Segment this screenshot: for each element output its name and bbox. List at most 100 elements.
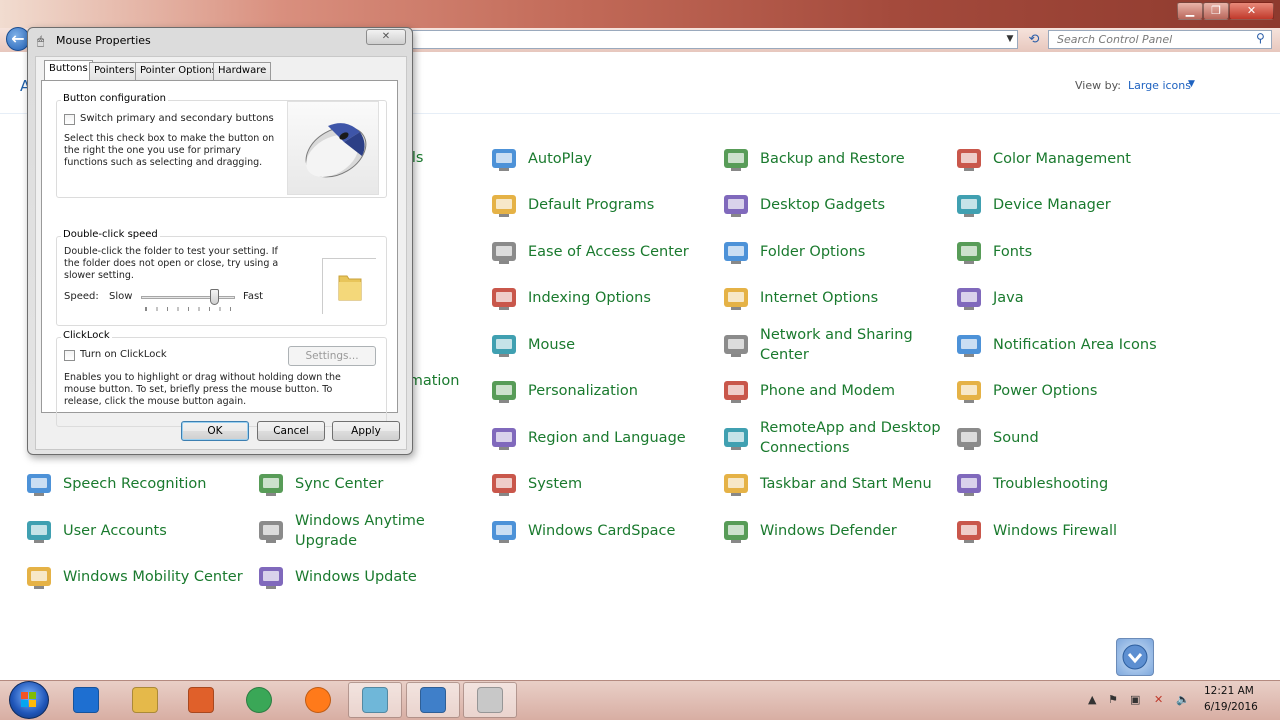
address-dropdown-icon[interactable]: ▼ <box>1003 31 1017 48</box>
cp-item-label[interactable]: System <box>528 464 718 504</box>
taskbar-button-3[interactable] <box>174 682 228 718</box>
cp-item-label[interactable]: Fonts <box>993 232 1183 272</box>
clock-date[interactable]: 6/19/2016 <box>1204 701 1258 713</box>
cp-item-label[interactable]: Mouse <box>528 325 718 365</box>
cp-item-label[interactable]: RemoteApp and Desktop Connections <box>760 418 950 458</box>
cp-item-default-programs[interactable]: Default Programs <box>488 185 720 225</box>
cp-item-cardspace[interactable]: Windows CardSpace <box>488 511 720 551</box>
cp-item-desktop-gadgets[interactable]: Desktop Gadgets <box>720 185 952 225</box>
clicklock-checkbox[interactable] <box>64 350 75 361</box>
cp-item-network[interactable]: Network and Sharing Center <box>720 325 952 365</box>
cp-item-speech[interactable]: Speech Recognition <box>23 464 255 504</box>
cp-item-folder-options[interactable]: Folder Options <box>720 232 952 272</box>
search-icon[interactable]: ⚲ <box>1256 31 1265 45</box>
cp-item-label[interactable]: Sync Center <box>295 464 485 504</box>
cp-item-label[interactable]: Troubleshooting <box>993 464 1183 504</box>
cp-item-label[interactable]: Internet Options <box>760 278 950 318</box>
cp-item-notification[interactable]: Notification Area Icons <box>953 325 1185 365</box>
scroll-down-button[interactable] <box>1116 638 1154 676</box>
test-folder[interactable] <box>322 258 376 314</box>
cp-item-troubleshooting[interactable]: Troubleshooting <box>953 464 1185 504</box>
cp-item-sync[interactable]: Sync Center <box>255 464 487 504</box>
apply-button[interactable]: Apply <box>332 421 400 441</box>
cp-item-label[interactable]: Default Programs <box>528 185 718 225</box>
cp-item-label[interactable]: Power Options <box>993 371 1183 411</box>
cp-item-label[interactable]: Desktop Gadgets <box>760 185 950 225</box>
speed-slider-track[interactable] <box>141 296 235 299</box>
cp-item-region[interactable]: Region and Language <box>488 418 720 458</box>
cp-item-ease-of-access[interactable]: Ease of Access Center <box>488 232 720 272</box>
cp-item-firewall[interactable]: Windows Firewall <box>953 511 1185 551</box>
tab-pointer-options[interactable]: Pointer Options <box>135 62 222 80</box>
taskbar-button-5[interactable] <box>291 682 345 718</box>
clock-time[interactable]: 12:21 AM <box>1204 685 1254 697</box>
minimize-button[interactable]: ▁ <box>1177 2 1203 20</box>
cp-item-label[interactable]: Windows CardSpace <box>528 511 718 551</box>
cp-item-label[interactable]: Windows Firewall <box>993 511 1183 551</box>
cp-item-label[interactable]: AutoPlay <box>528 139 718 179</box>
cp-item-label[interactable]: Windows Anytime Upgrade <box>295 511 485 551</box>
cp-item-label[interactable]: Java <box>993 278 1183 318</box>
maximize-button[interactable]: ❐ <box>1203 2 1229 20</box>
taskbar-button-7[interactable] <box>406 682 460 718</box>
ok-button[interactable]: OK <box>181 421 249 441</box>
cp-item-label[interactable]: Ease of Access Center <box>528 232 718 272</box>
cp-item-internet[interactable]: Internet Options <box>720 278 952 318</box>
cp-item-remoteapp[interactable]: RemoteApp and Desktop Connections <box>720 418 952 458</box>
cp-item-system[interactable]: System <box>488 464 720 504</box>
dialog-close-button[interactable]: ✕ <box>366 29 406 45</box>
show-hidden-icons[interactable]: ▲ <box>1088 693 1096 706</box>
cp-item-label[interactable]: Network and Sharing Center <box>760 325 950 365</box>
taskbar-button-4[interactable] <box>232 682 286 718</box>
cp-item-java[interactable]: Java <box>953 278 1185 318</box>
clicklock-settings-button[interactable]: Settings... <box>288 346 376 366</box>
cp-item-power[interactable]: Power Options <box>953 371 1185 411</box>
cp-item-mobility[interactable]: Windows Mobility Center <box>23 557 255 597</box>
cp-item-autoplay[interactable]: AutoPlay <box>488 139 720 179</box>
cp-item-mouse[interactable]: Mouse <box>488 325 720 365</box>
address-field[interactable] <box>412 30 1018 49</box>
device-icon[interactable]: ▣ <box>1130 693 1140 706</box>
cp-item-device-manager[interactable]: Device Manager <box>953 185 1185 225</box>
cp-item-personalization[interactable]: Personalization <box>488 371 720 411</box>
tab-buttons[interactable]: Buttons <box>44 60 93 81</box>
cp-item-label[interactable]: Windows Defender <box>760 511 950 551</box>
clicklock-label[interactable]: Turn on ClickLock <box>80 349 167 361</box>
cp-item-color[interactable]: Color Management <box>953 139 1185 179</box>
tab-pointers[interactable]: Pointers <box>89 62 140 80</box>
taskbar-button-1[interactable] <box>59 682 113 718</box>
view-by-dropdown[interactable]: Large icons <box>1128 79 1191 92</box>
cp-item-label[interactable]: Personalization <box>528 371 718 411</box>
cp-item-defender[interactable]: Windows Defender <box>720 511 952 551</box>
taskbar-button-2[interactable] <box>118 682 172 718</box>
start-button[interactable] <box>9 681 49 719</box>
cp-item-label[interactable]: Indexing Options <box>528 278 718 318</box>
tab-hardware[interactable]: Hardware <box>213 62 272 80</box>
checkbox-label[interactable]: Switch primary and secondary buttons <box>80 113 274 125</box>
cp-item-label[interactable]: Sound <box>993 418 1183 458</box>
cp-item-label[interactable]: Notification Area Icons <box>993 325 1183 365</box>
cp-item-update[interactable]: Windows Update <box>255 557 487 597</box>
network-icon[interactable]: ✕ <box>1154 693 1163 706</box>
volume-icon[interactable]: 🔈 <box>1176 693 1190 706</box>
speed-slider-thumb[interactable] <box>210 289 220 305</box>
cancel-button[interactable]: Cancel <box>257 421 325 441</box>
refresh-icon[interactable]: ⟲ <box>1023 30 1045 49</box>
taskbar-button-8[interactable] <box>463 682 517 718</box>
cp-item-fonts[interactable]: Fonts <box>953 232 1185 272</box>
cp-item-phone-modem[interactable]: Phone and Modem <box>720 371 952 411</box>
cp-item-label[interactable]: User Accounts <box>63 511 253 551</box>
cp-item-sound[interactable]: Sound <box>953 418 1185 458</box>
cp-item-label[interactable]: Folder Options <box>760 232 950 272</box>
cp-item-anytime-upgrade[interactable]: Windows Anytime Upgrade <box>255 511 487 551</box>
search-input[interactable]: Search Control Panel <box>1048 30 1272 49</box>
cp-item-label[interactable]: Windows Update <box>295 557 485 597</box>
cp-item-label[interactable]: Windows Mobility Center <box>63 557 253 597</box>
cp-item-label[interactable]: Taskbar and Start Menu <box>760 464 950 504</box>
chevron-down-icon[interactable]: ▼ <box>1188 79 1195 89</box>
cp-item-label[interactable]: Backup and Restore <box>760 139 950 179</box>
cp-item-label[interactable]: Device Manager <box>993 185 1183 225</box>
taskbar-button-6[interactable] <box>348 682 402 718</box>
flag-icon[interactable]: ⚑ <box>1108 693 1118 706</box>
cp-item-taskbar-start[interactable]: Taskbar and Start Menu <box>720 464 952 504</box>
